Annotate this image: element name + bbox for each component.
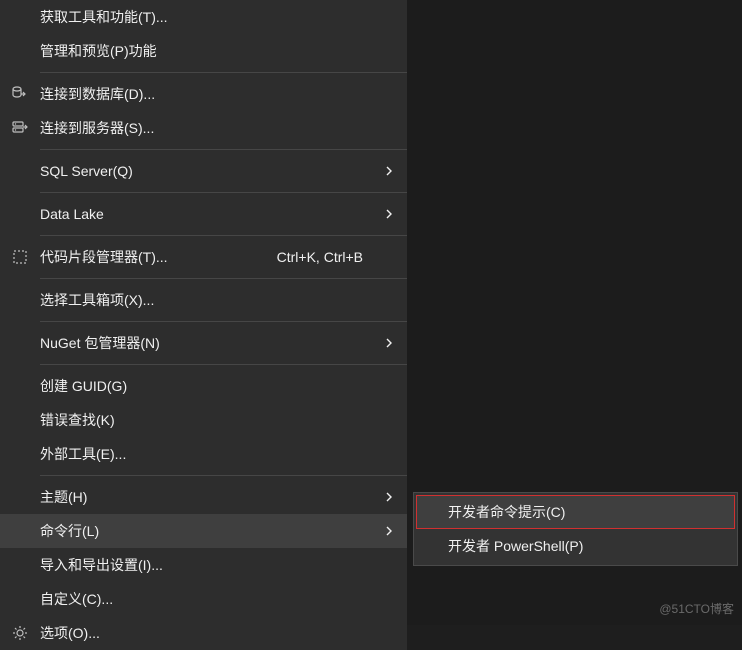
menu-item-label: Data Lake: [40, 206, 383, 222]
menu-item[interactable]: 创建 GUID(G): [0, 369, 407, 403]
menu-separator: [40, 475, 407, 476]
chevron-right-icon: [383, 492, 395, 502]
menu-item[interactable]: 错误查找(K): [0, 403, 407, 437]
menu-item-label: 主题(H): [40, 487, 383, 507]
menu-item[interactable]: 代码片段管理器(T)...Ctrl+K, Ctrl+B: [0, 240, 407, 274]
menu-separator: [40, 364, 407, 365]
menu-item-shortcut: Ctrl+K, Ctrl+B: [277, 249, 383, 265]
menu-item-label: 错误查找(K): [40, 410, 383, 430]
menu-item-label: 选择工具箱项(X)...: [40, 290, 383, 310]
menu-separator: [40, 235, 407, 236]
menu-separator: [40, 278, 407, 279]
menu-item-label: 管理和预览(P)功能: [40, 41, 383, 61]
menu-item-label: 连接到服务器(S)...: [40, 118, 383, 138]
menu-separator: [40, 321, 407, 322]
snippet-icon: [0, 248, 40, 266]
chevron-right-icon: [383, 209, 395, 219]
menu-item[interactable]: 连接到服务器(S)...: [0, 111, 407, 145]
menu-item[interactable]: 外部工具(E)...: [0, 437, 407, 471]
db-icon: [0, 85, 40, 103]
menu-separator: [40, 72, 407, 73]
submenu-item-label: 开发者命令提示(C): [448, 502, 723, 522]
watermark: @51CTO博客: [659, 600, 734, 617]
menu-item-label: 自定义(C)...: [40, 589, 383, 609]
menu-item[interactable]: 选项(O)...: [0, 616, 407, 650]
submenu-item[interactable]: 开发者命令提示(C): [416, 495, 735, 529]
chevron-right-icon: [383, 526, 395, 536]
menu-item-label: SQL Server(Q): [40, 163, 383, 179]
menu-item-label: 创建 GUID(G): [40, 376, 383, 396]
menu-item[interactable]: 自定义(C)...: [0, 582, 407, 616]
menu-separator: [40, 192, 407, 193]
menu-item[interactable]: SQL Server(Q): [0, 154, 407, 188]
menu-item-label: 获取工具和功能(T)...: [40, 7, 383, 27]
menu-item-label: 选项(O)...: [40, 623, 383, 643]
gear-icon: [0, 624, 40, 642]
menu-item[interactable]: 获取工具和功能(T)...: [0, 0, 407, 34]
menu-item[interactable]: 主题(H): [0, 480, 407, 514]
menu-item-label: 代码片段管理器(T)...: [40, 247, 277, 267]
chevron-right-icon: [383, 338, 395, 348]
submenu-item[interactable]: 开发者 PowerShell(P): [416, 529, 735, 563]
menu-item[interactable]: 命令行(L): [0, 514, 407, 548]
menu-item-label: NuGet 包管理器(N): [40, 333, 383, 353]
menu-item[interactable]: 连接到数据库(D)...: [0, 77, 407, 111]
menu-item-label: 导入和导出设置(I)...: [40, 555, 383, 575]
menu-separator: [40, 149, 407, 150]
menu-item[interactable]: 管理和预览(P)功能: [0, 34, 407, 68]
menu-item-label: 连接到数据库(D)...: [40, 84, 383, 104]
menu-item[interactable]: 导入和导出设置(I)...: [0, 548, 407, 582]
submenu-item-label: 开发者 PowerShell(P): [448, 536, 723, 556]
menu-item[interactable]: 选择工具箱项(X)...: [0, 283, 407, 317]
menu-item-label: 外部工具(E)...: [40, 444, 383, 464]
menu-item-label: 命令行(L): [40, 521, 383, 541]
server-icon: [0, 119, 40, 137]
chevron-right-icon: [383, 166, 395, 176]
menu-item[interactable]: Data Lake: [0, 197, 407, 231]
menu-item[interactable]: NuGet 包管理器(N): [0, 326, 407, 360]
command-line-submenu: 开发者命令提示(C) 开发者 PowerShell(P): [413, 492, 738, 566]
tools-menu: 获取工具和功能(T)... 管理和预览(P)功能连接到数据库(D)... 连接到服务…: [0, 0, 407, 650]
